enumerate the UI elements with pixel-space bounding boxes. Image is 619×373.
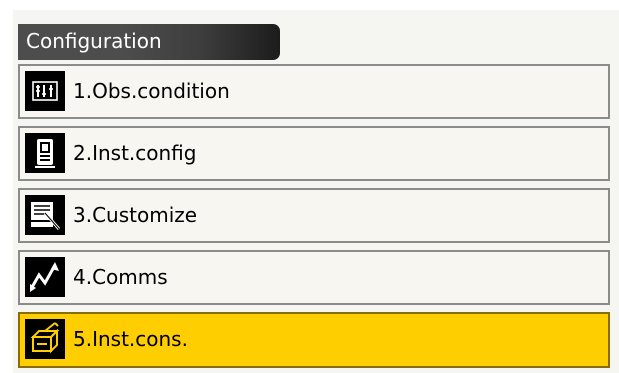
configuration-screen: Configuration 1.Obs.condition 2.Inst.con… [13, 10, 619, 373]
configuration-menu: 1.Obs.condition 2.Inst.config 3.Customiz… [18, 64, 610, 368]
menu-item-label: 2.Inst.config [73, 141, 197, 165]
customize-icon [25, 195, 65, 235]
menu-item-inst-cons[interactable]: 5.Inst.cons. [18, 312, 610, 368]
menu-item-obs-condition[interactable]: 1.Obs.condition [18, 64, 610, 119]
menu-item-label: 3.Customize [73, 203, 198, 227]
page-title: Configuration [26, 29, 162, 53]
title-bar: Configuration [18, 24, 280, 60]
menu-item-label: 1.Obs.condition [73, 79, 230, 103]
inst-config-icon [25, 133, 65, 173]
menu-item-label: 4.Comms [73, 265, 168, 289]
menu-item-comms[interactable]: 4.Comms [18, 250, 610, 305]
inst-cons-icon [25, 319, 65, 359]
comms-icon [25, 257, 65, 297]
menu-item-label: 5.Inst.cons. [73, 327, 188, 351]
menu-item-customize[interactable]: 3.Customize [18, 188, 610, 243]
menu-item-inst-config[interactable]: 2.Inst.config [18, 126, 610, 181]
obs-condition-icon [25, 71, 65, 111]
